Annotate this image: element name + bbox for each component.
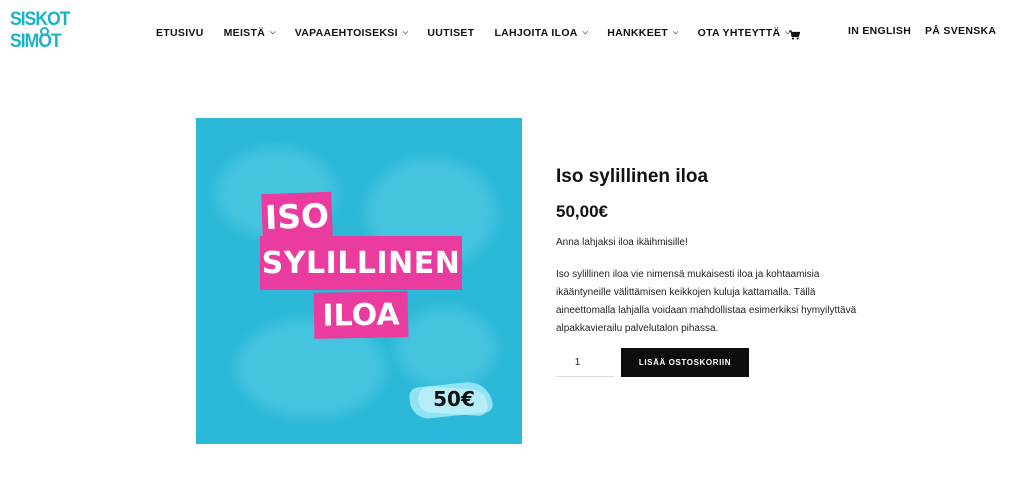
- product-title: Iso sylillinen iloa: [556, 166, 709, 187]
- nav-item-label: ETUSIVU: [156, 27, 204, 39]
- nav-item-hankkeet[interactable]: HANKKEET ⌵: [607, 27, 678, 39]
- image-headline-line-3: ILOA: [313, 291, 409, 339]
- chevron-down-icon: ⌵: [402, 29, 409, 36]
- description-line: aineettomalla lahjalla voidaan mahdollis…: [556, 305, 857, 316]
- description-line: Iso sylillinen iloa vie nimensä mukaises…: [556, 269, 820, 280]
- chevron-down-icon: ⌵: [270, 29, 276, 36]
- language-swedish-link[interactable]: PÅ SVENSKA: [925, 25, 996, 37]
- product-description: Iso sylillinen iloa vie nimensä mukaises…: [556, 266, 876, 338]
- description-line: ikääntyneille välittämisen keikkojen kul…: [556, 287, 816, 298]
- nav-item-label: MEISTÄ: [223, 27, 266, 39]
- language-english-link[interactable]: IN ENGLISH: [848, 25, 911, 37]
- quantity-input[interactable]: [556, 349, 614, 377]
- nav-item-etusivu[interactable]: ETUSIVU: [156, 27, 204, 39]
- site-logo[interactable]: SISKOT SIMOT: [10, 8, 70, 58]
- chevron-down-icon: ⌵: [673, 29, 679, 36]
- add-to-cart-button[interactable]: LISÄÄ OSTOSKORIIN: [621, 348, 749, 377]
- texture-blot: [396, 308, 496, 388]
- image-headline-line-2: SYLILLINEN: [260, 236, 462, 290]
- description-line: alpakkavierailu palvelutalon pihassa.: [556, 323, 719, 334]
- nav-item-uutiset[interactable]: UUTISET: [427, 27, 474, 39]
- main-nav: ETUSIVU MEISTÄ ⌵ VAPAAEHTOISEKSI ⌵ UUTIS…: [156, 25, 791, 41]
- nav-item-label: LAHJOITA ILOA: [494, 27, 578, 39]
- product-image[interactable]: ISO SYLILLINEN ILOA 50€: [196, 118, 522, 444]
- nav-item-lahjoita-iloa[interactable]: LAHJOITA ILOA ⌵: [494, 27, 588, 39]
- nav-item-vapaaehtoiseksi[interactable]: VAPAAEHTOISEKSI ⌵: [295, 27, 409, 39]
- nav-item-label: HANKKEET: [607, 27, 669, 39]
- nav-item-meista[interactable]: MEISTÄ ⌵: [224, 27, 276, 39]
- product-price: 50,00€: [556, 202, 608, 221]
- nav-item-ota-yhteytta[interactable]: OTA YHTEYTTÄ ⌵: [698, 27, 791, 39]
- nav-item-label: UUTISET: [427, 27, 475, 39]
- nav-item-label: VAPAAEHTOISEKSI: [294, 27, 398, 39]
- image-price-tag: 50€: [433, 387, 475, 411]
- chevron-down-icon: ⌵: [582, 29, 589, 36]
- image-headline-line-1: ISO: [261, 191, 333, 241]
- product-short-description: Anna lahjaksi iloa ikäihmisille!: [556, 237, 688, 248]
- site-header: SISKOT SIMOT ETUSIVU MEISTÄ ⌵ VAPAAEHTOI…: [0, 0, 1024, 66]
- logo-line-1: SISKOT: [10, 9, 70, 30]
- logo-line-2: SIMOT: [10, 31, 62, 52]
- nav-item-label: OTA YHTEYTTÄ: [697, 27, 781, 39]
- cart-icon[interactable]: [789, 27, 801, 40]
